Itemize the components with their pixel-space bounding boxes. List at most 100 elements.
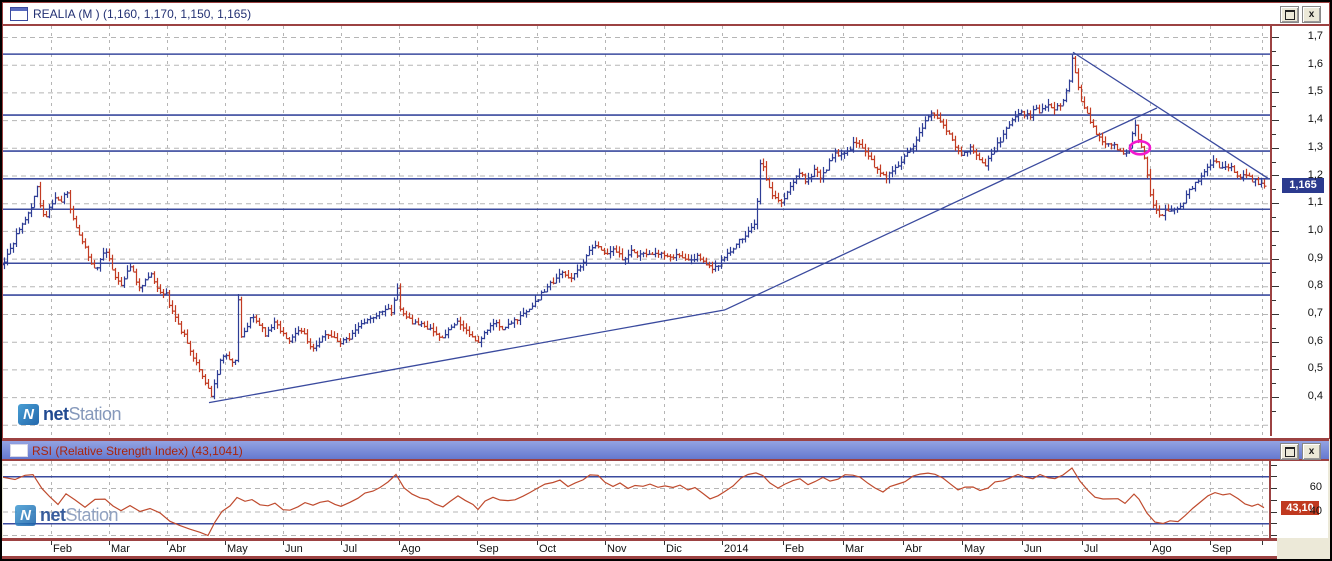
price-axis-tick (1272, 314, 1279, 315)
price-axis-tick (1272, 245, 1276, 246)
time-axis-tick (477, 541, 478, 545)
month-label: Abr (169, 543, 187, 555)
time-axis-tick (109, 541, 110, 545)
month-label: Ago (401, 543, 421, 555)
price-axis-label: 1,5 (1307, 85, 1323, 98)
price-axis-tick (1272, 162, 1276, 163)
price-axis-tick (1272, 231, 1279, 232)
rsi-axis-tick (1271, 523, 1277, 524)
rsi-plot-svg[interactable] (3, 461, 1269, 538)
price-axis-tick (1272, 342, 1279, 343)
price-axis-tick (1272, 217, 1276, 218)
price-axis-tick (1272, 92, 1279, 93)
month-label: Nov (607, 543, 627, 555)
time-axis-tick (1082, 541, 1083, 545)
close-button[interactable]: x (1302, 6, 1321, 23)
price-axis[interactable]: 1,165 1,7 1,6 1,5 1,4 1,3 1,2 1,1 1,0 0,9 0,8 0,7 0… (1272, 26, 1329, 436)
price-axis-tick (1272, 148, 1279, 149)
price-axis-tick (1272, 120, 1279, 121)
time-axis-tick (283, 541, 284, 545)
indicator-window-icon (10, 444, 28, 457)
time-axis-tick (1150, 541, 1151, 545)
rsi-titlebar[interactable]: RSI (Relative Strength Index) (43,1041) … (2, 439, 1329, 461)
month-label: Mar (111, 543, 130, 555)
rsi-axis-tick (1271, 500, 1277, 501)
price-axis-tick (1272, 65, 1279, 66)
time-axis-tick (1262, 541, 1263, 545)
rsi-axis-tick (1271, 476, 1277, 477)
month-label: May (964, 543, 985, 555)
price-axis-tick (1272, 51, 1276, 52)
rsi-watermark-net: net (40, 505, 66, 525)
month-label: Jun (1024, 543, 1042, 555)
price-axis-tick (1272, 259, 1279, 260)
time-axis-tick (783, 541, 784, 545)
chart-window-icon (10, 7, 28, 21)
time-axis-tick (341, 541, 342, 545)
price-plot-area[interactable]: N netStation (3, 26, 1272, 436)
maximize-button[interactable] (1280, 6, 1299, 23)
price-axis-label: 0,5 (1307, 362, 1323, 375)
rsi-maximize-icon (1284, 446, 1295, 457)
workspace: REALIA (M ) (1,160, 1,170, 1,150, 1,165)… (2, 2, 1330, 559)
price-axis-tick (1272, 300, 1276, 301)
price-axis-label: 1,4 (1307, 113, 1323, 126)
axis-corner (1277, 538, 1330, 559)
price-axis-tick (1272, 134, 1276, 135)
price-axis-tick (1272, 37, 1279, 38)
watermark-net: net (43, 404, 69, 424)
netstation-logo-icon: N (18, 404, 39, 425)
price-axis-tick (1272, 286, 1279, 287)
time-axis-tick (537, 541, 538, 545)
rsi-axis[interactable]: 43,10 60 40 (1271, 461, 1328, 538)
month-label: Ago (1152, 543, 1172, 555)
time-axis-tick (399, 541, 400, 545)
price-axis-label: 1,6 (1307, 57, 1323, 70)
month-label: Abr (905, 543, 923, 555)
price-axis-label: 1,1 (1307, 196, 1323, 209)
month-label: Jul (1084, 543, 1099, 555)
price-axis-tick (1272, 272, 1276, 273)
price-axis-tick (1272, 175, 1279, 176)
month-label: Jun (285, 543, 303, 555)
price-chart-legend: REALIA (M ) (1,160, 1,170, 1,150, 1,165) (33, 7, 252, 21)
time-axis-tick (843, 541, 844, 545)
price-axis-label: 0,7 (1307, 307, 1323, 319)
time-axis-tick (167, 541, 168, 545)
month-label: Mar (845, 543, 864, 555)
time-axis-tick (605, 541, 606, 545)
rsi-netstation-watermark: N netStation (15, 505, 119, 526)
maximize-icon (1284, 9, 1295, 20)
price-axis-tick (1272, 203, 1279, 204)
price-plot-svg[interactable] (3, 26, 1270, 436)
time-axis-tick (225, 541, 226, 545)
rsi-close-button[interactable]: x (1302, 443, 1321, 460)
netstation-window: REALIA (M ) (1,160, 1,170, 1,150, 1,165)… (0, 0, 1332, 561)
price-axis-tick (1272, 411, 1276, 412)
price-axis-tick (1272, 106, 1276, 107)
time-axis[interactable]: Feb Mar Abr May Jun Jul Ago Sep Oct Nov Dic 2014 Feb… (2, 538, 1277, 559)
rsi-axis-label: 40 (1309, 504, 1322, 517)
rsi-axis-tick (1271, 465, 1277, 466)
price-chart-titlebar[interactable]: REALIA (M ) (1,160, 1,170, 1,150, 1,165)… (3, 3, 1329, 26)
month-label: 2014 (724, 543, 749, 555)
time-axis-tick (1210, 541, 1211, 545)
rsi-maximize-button[interactable] (1280, 443, 1299, 460)
rsi-axis-tick (1271, 535, 1277, 536)
price-axis-label: 1,0 (1307, 223, 1323, 236)
price-axis-label: 1,2 (1307, 168, 1323, 181)
rsi-watermark-station: Station (65, 505, 119, 525)
netstation-watermark: N netStation (18, 404, 122, 425)
rsi-axis-tick (1271, 512, 1277, 513)
price-axis-tick (1272, 369, 1279, 370)
month-label: Jul (343, 543, 358, 555)
price-axis-tick (1272, 397, 1279, 398)
rsi-plot-area[interactable]: N netStation (3, 461, 1271, 538)
month-label: Feb (785, 543, 804, 555)
month-label: Oct (539, 543, 557, 555)
time-axis-tick (664, 541, 665, 545)
rsi-axis-label: 60 (1309, 481, 1322, 493)
rsi-netstation-logo-icon: N (15, 505, 36, 526)
price-axis-label: 0,4 (1307, 390, 1323, 403)
time-axis-tick (51, 541, 52, 545)
